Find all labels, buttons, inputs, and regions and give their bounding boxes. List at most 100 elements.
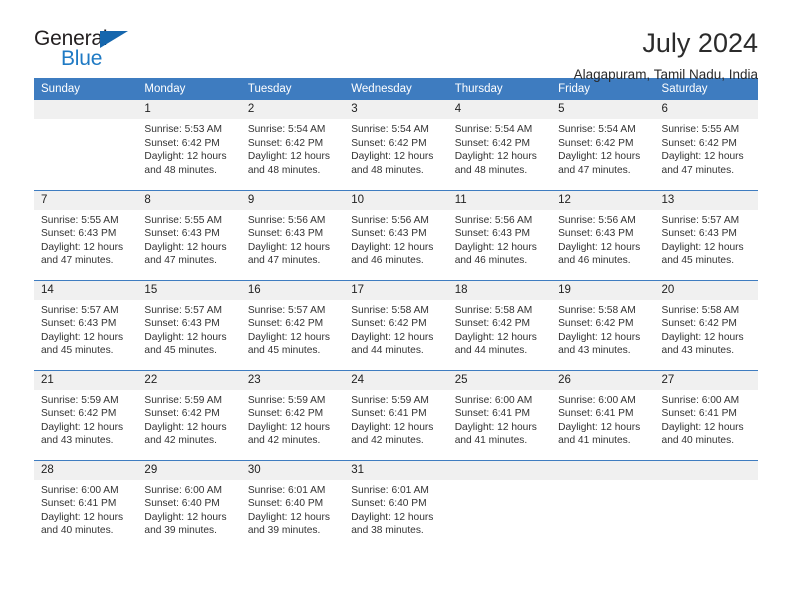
calendar-day-cell[interactable]: 30 Sunrise: 6:01 AM Sunset: 6:40 PM Dayligh… xyxy=(240,459,345,550)
daylight-duration-line2: and 48 minutes. xyxy=(144,164,217,176)
calendar-day-cell[interactable]: 29 Sunrise: 6:00 AM Sunset: 6:40 PM Dayligh… xyxy=(137,459,241,550)
calendar-day-cell[interactable]: 22 Sunrise: 5:59 AM Sunset: 6:42 PM Dayligh… xyxy=(137,369,241,460)
sunrise-time: Sunrise: 5:57 AM xyxy=(41,304,119,316)
daylight-duration-line1: Daylight: 12 hours xyxy=(351,241,434,253)
calendar-week-row: 1 Sunrise: 5:53 AM Sunset: 6:42 PM Daylight… xyxy=(34,100,758,190)
calendar-day-cell[interactable]: 10 Sunrise: 5:56 AM Sunset: 6:43 PM Dayligh… xyxy=(344,189,448,280)
day-details: Sunrise: 5:54 AM Sunset: 6:42 PM Daylight:… xyxy=(241,119,344,177)
calendar-day-cell[interactable]: 8 Sunrise: 5:55 AM Sunset: 6:43 PM Daylight… xyxy=(137,189,241,280)
calendar-day-cell[interactable]: 27 Sunrise: 6:00 AM Sunset: 6:41 PM Dayligh… xyxy=(654,369,758,460)
day-cell-inner: 7 Sunrise: 5:55 AM Sunset: 6:43 PM Daylight… xyxy=(34,190,138,280)
daylight-duration-line2: and 46 minutes. xyxy=(558,255,631,267)
weekday-header-sunday: Sunday xyxy=(34,78,138,100)
day-cell-inner: 15 Sunrise: 5:57 AM Sunset: 6:43 PM Dayligh… xyxy=(137,280,241,370)
sunset-time: Sunset: 6:43 PM xyxy=(41,228,117,240)
calendar-day-cell[interactable]: 5 Sunrise: 5:54 AM Sunset: 6:42 PM Daylight… xyxy=(551,100,655,190)
calendar-day-cell[interactable]: 26 Sunrise: 6:00 AM Sunset: 6:41 PM Dayligh… xyxy=(551,369,655,460)
daylight-duration-line2: and 47 minutes. xyxy=(558,164,631,176)
calendar-day-cell[interactable]: 3 Sunrise: 5:54 AM Sunset: 6:42 PM Daylight… xyxy=(344,100,448,190)
day-number: 13 xyxy=(654,190,758,210)
calendar-day-cell[interactable]: 24 Sunrise: 5:59 AM Sunset: 6:41 PM Dayligh… xyxy=(344,369,448,460)
sunrise-time: Sunrise: 5:57 AM xyxy=(661,214,740,226)
sunset-time: Sunset: 6:42 PM xyxy=(247,408,324,420)
calendar-day-cell[interactable]: 19 Sunrise: 5:58 AM Sunset: 6:42 PM Dayligh… xyxy=(551,279,655,370)
day-cell-inner: 17 Sunrise: 5:58 AM Sunset: 6:42 PM Dayligh… xyxy=(344,280,448,370)
calendar-day-cell[interactable]: 4 Sunrise: 5:54 AM Sunset: 6:42 PM Daylight… xyxy=(447,100,552,190)
daylight-duration-line1: Daylight: 12 hours xyxy=(661,241,744,253)
sunrise-time: Sunrise: 5:54 AM xyxy=(351,124,429,135)
sunset-time: Sunset: 6:42 PM xyxy=(454,318,531,330)
daylight-duration-line1: Daylight: 12 hours xyxy=(247,511,330,523)
page-title: July 2024 xyxy=(642,28,758,58)
day-details: Sunrise: 6:00 AM Sunset: 6:41 PM Daylight:… xyxy=(655,390,758,448)
sunrise-time: Sunrise: 5:58 AM xyxy=(454,304,533,316)
calendar-table: Sunday Monday Tuesday Wednesday Thursday… xyxy=(34,78,758,550)
daylight-duration-line1: Daylight: 12 hours xyxy=(558,421,641,433)
daylight-duration-line2: and 47 minutes. xyxy=(247,255,321,267)
sunrise-time: Sunrise: 5:56 AM xyxy=(351,214,429,226)
calendar-day-cell[interactable]: 11 Sunrise: 5:56 AM Sunset: 6:43 PM Dayligh… xyxy=(447,189,552,280)
sunset-time: Sunset: 6:42 PM xyxy=(247,318,324,330)
daylight-duration-line2: and 47 minutes. xyxy=(144,255,217,267)
sunset-time: Sunset: 6:42 PM xyxy=(558,318,634,330)
calendar-day-cell[interactable]: 6 Sunrise: 5:55 AM Sunset: 6:42 PM Daylight… xyxy=(654,100,758,190)
sunset-time: Sunset: 6:42 PM xyxy=(351,137,427,149)
sunset-time: Sunset: 6:42 PM xyxy=(41,408,117,420)
sunrise-time: Sunrise: 5:57 AM xyxy=(144,304,223,316)
sunset-time: Sunset: 6:43 PM xyxy=(247,228,324,240)
calendar-week-row: 21 Sunrise: 5:59 AM Sunset: 6:42 PM Dayligh… xyxy=(34,369,758,460)
day-number: 21 xyxy=(34,370,138,390)
calendar-day-cell[interactable]: 21 Sunrise: 5:59 AM Sunset: 6:42 PM Dayligh… xyxy=(34,369,138,460)
calendar-day-cell[interactable]: 7 Sunrise: 5:55 AM Sunset: 6:43 PM Daylight… xyxy=(34,189,138,280)
day-details: Sunrise: 5:59 AM Sunset: 6:42 PM Daylight:… xyxy=(34,390,137,448)
calendar-day-cell[interactable]: 28 Sunrise: 6:00 AM Sunset: 6:41 PM Dayligh… xyxy=(34,459,138,550)
day-details: Sunrise: 5:59 AM Sunset: 6:42 PM Daylight:… xyxy=(137,390,240,448)
calendar-day-cell[interactable]: 18 Sunrise: 5:58 AM Sunset: 6:42 PM Dayligh… xyxy=(447,279,552,370)
daylight-duration-line1: Daylight: 12 hours xyxy=(454,331,537,343)
day-cell-inner: 8 Sunrise: 5:55 AM Sunset: 6:43 PM Daylight… xyxy=(137,190,241,280)
day-cell-inner: 3 Sunrise: 5:54 AM Sunset: 6:42 PM Daylight… xyxy=(344,100,448,190)
day-details: Sunrise: 5:57 AM Sunset: 6:42 PM Daylight:… xyxy=(241,300,344,358)
day-details: Sunrise: 5:56 AM Sunset: 6:43 PM Daylight:… xyxy=(551,210,654,268)
sunrise-time: Sunrise: 5:56 AM xyxy=(454,214,533,226)
day-number: 11 xyxy=(447,190,552,210)
daylight-duration-line1: Daylight: 12 hours xyxy=(247,331,330,343)
day-details: Sunrise: 6:00 AM Sunset: 6:41 PM Daylight:… xyxy=(34,480,137,538)
daylight-duration-line2: and 46 minutes. xyxy=(351,255,424,267)
day-cell-inner: 1 Sunrise: 5:53 AM Sunset: 6:42 PM Daylight… xyxy=(137,100,241,190)
calendar-day-cell[interactable]: 2 Sunrise: 5:54 AM Sunset: 6:42 PM Daylight… xyxy=(240,100,345,190)
day-details: Sunrise: 5:59 AM Sunset: 6:42 PM Daylight:… xyxy=(241,390,344,448)
day-cell-inner: 5 Sunrise: 5:54 AM Sunset: 6:42 PM Daylight… xyxy=(551,100,655,190)
sunrise-time: Sunrise: 5:54 AM xyxy=(558,124,636,135)
calendar-day-cell[interactable]: 17 Sunrise: 5:58 AM Sunset: 6:42 PM Dayligh… xyxy=(344,279,448,370)
calendar-day-cell[interactable]: 23 Sunrise: 5:59 AM Sunset: 6:42 PM Dayligh… xyxy=(240,369,345,460)
day-cell-inner: 9 Sunrise: 5:56 AM Sunset: 6:43 PM Daylight… xyxy=(240,190,345,280)
daylight-duration-line2: and 48 minutes. xyxy=(454,164,528,176)
calendar-day-cell[interactable]: 16 Sunrise: 5:57 AM Sunset: 6:42 PM Dayligh… xyxy=(240,279,345,370)
calendar-day-cell[interactable]: 13 Sunrise: 5:57 AM Sunset: 6:43 PM Dayligh… xyxy=(654,189,758,280)
calendar-day-cell[interactable]: 1 Sunrise: 5:53 AM Sunset: 6:42 PM Daylight… xyxy=(137,100,241,190)
weekday-header-wednesday: Wednesday xyxy=(344,78,448,100)
daylight-duration-line2: and 46 minutes. xyxy=(454,255,528,267)
daylight-duration-line2: and 42 minutes. xyxy=(351,435,424,447)
calendar-day-cell[interactable]: 20 Sunrise: 5:58 AM Sunset: 6:42 PM Dayligh… xyxy=(654,279,758,370)
weekday-header-thursday: Thursday xyxy=(447,78,552,100)
day-cell-inner: 25 Sunrise: 6:00 AM Sunset: 6:41 PM Dayligh… xyxy=(447,370,552,460)
generalblue-logo[interactable]: General Blue xyxy=(34,28,154,76)
day-number: 10 xyxy=(344,190,448,210)
sunset-time: Sunset: 6:42 PM xyxy=(454,137,531,149)
day-cell-inner: 14 Sunrise: 5:57 AM Sunset: 6:43 PM Dayligh… xyxy=(34,280,138,370)
day-cell-inner: 6 Sunrise: 5:55 AM Sunset: 6:42 PM Daylight… xyxy=(654,100,758,190)
day-number: 17 xyxy=(344,280,448,300)
calendar-day-cell[interactable]: 12 Sunrise: 5:56 AM Sunset: 6:43 PM Dayligh… xyxy=(551,189,655,280)
calendar-day-cell[interactable]: 9 Sunrise: 5:56 AM Sunset: 6:43 PM Daylight… xyxy=(240,189,345,280)
daylight-duration-line1: Daylight: 12 hours xyxy=(247,151,330,163)
daylight-duration-line2: and 47 minutes. xyxy=(661,164,735,176)
day-cell-inner: 31 Sunrise: 6:01 AM Sunset: 6:40 PM Dayligh… xyxy=(344,460,448,551)
calendar-day-cell[interactable]: 25 Sunrise: 6:00 AM Sunset: 6:41 PM Dayligh… xyxy=(447,369,552,460)
calendar-day-cell[interactable]: 14 Sunrise: 5:57 AM Sunset: 6:43 PM Dayligh… xyxy=(34,279,138,370)
calendar-day-cell[interactable]: 15 Sunrise: 5:57 AM Sunset: 6:43 PM Dayligh… xyxy=(137,279,241,370)
day-cell-inner xyxy=(447,460,552,551)
calendar-day-cell[interactable]: 31 Sunrise: 6:01 AM Sunset: 6:40 PM Dayligh… xyxy=(344,459,448,551)
daylight-duration-line1: Daylight: 12 hours xyxy=(351,421,434,433)
